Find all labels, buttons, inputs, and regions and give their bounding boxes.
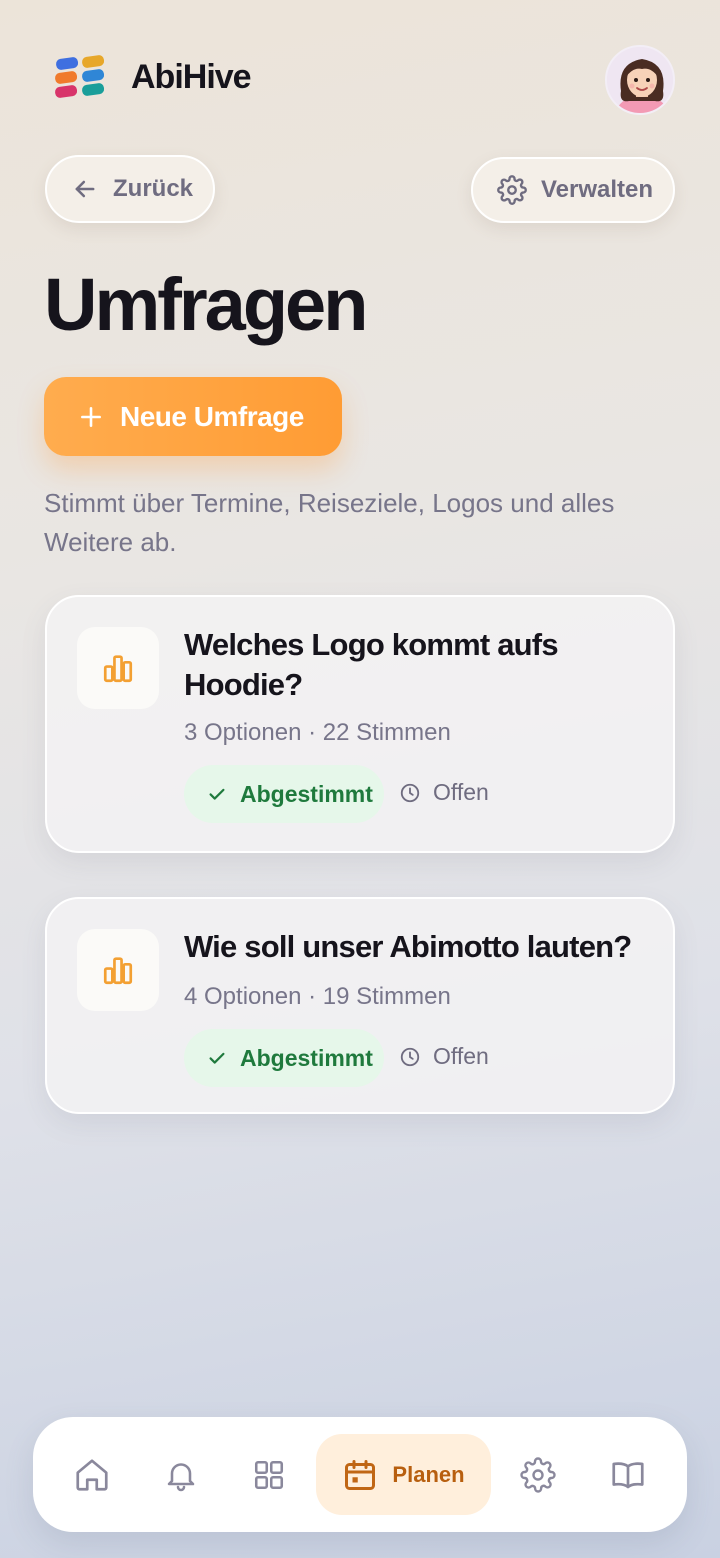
new-poll-label: Neue Umfrage bbox=[120, 400, 304, 432]
arrow-left-icon bbox=[75, 180, 95, 198]
poll-title: Welches Logo kommt aufs Hoodie? bbox=[184, 627, 559, 702]
app-header: AbiHive bbox=[0, 0, 720, 150]
gear-icon bbox=[520, 1456, 556, 1493]
clock-icon bbox=[400, 1047, 420, 1066]
back-button[interactable]: Zurück bbox=[45, 155, 215, 223]
poll-title: Wie soll unser Abimotto lauten? bbox=[184, 929, 632, 964]
plus-icon bbox=[81, 406, 101, 427]
poll-card[interactable]: Wie soll unser Abimotto lauten? 4 Option… bbox=[45, 897, 675, 1114]
manage-label: Verwalten bbox=[541, 176, 654, 203]
new-poll-button[interactable]: Neue Umfrage bbox=[44, 377, 342, 456]
voted-badge: Abgestimmt bbox=[184, 765, 384, 823]
page-title: Umfragen bbox=[44, 263, 368, 346]
grid-icon bbox=[254, 1460, 284, 1489]
calendar-icon bbox=[345, 1459, 376, 1490]
abihive-logo[interactable] bbox=[54, 54, 108, 106]
poll-icon-box bbox=[77, 929, 159, 1011]
poll-status: Offen bbox=[399, 1043, 489, 1070]
gear-icon bbox=[497, 175, 527, 205]
app-name: AbiHive bbox=[131, 58, 252, 96]
user-avatar[interactable] bbox=[605, 45, 675, 115]
poll-meta: 3 Optionen · 22 Stimmen bbox=[184, 719, 451, 746]
poll-status-label: Offen bbox=[433, 779, 489, 805]
poll-meta: 4 Optionen · 19 Stimmen bbox=[184, 983, 451, 1010]
book-icon bbox=[612, 1461, 644, 1488]
poll-status-label: Offen bbox=[433, 1043, 489, 1069]
clock-icon bbox=[400, 783, 420, 802]
nav-settings[interactable] bbox=[509, 1417, 567, 1532]
voted-label: Abgestimmt bbox=[240, 1044, 373, 1071]
bell-icon bbox=[167, 1462, 195, 1491]
back-label: Zurück bbox=[113, 175, 194, 202]
nav-plan-label: Planen bbox=[392, 1461, 465, 1487]
nav-home[interactable] bbox=[63, 1417, 121, 1532]
manage-button[interactable]: Verwalten bbox=[471, 157, 675, 223]
nav-apps[interactable] bbox=[241, 1417, 297, 1532]
check-icon bbox=[209, 1052, 225, 1064]
voted-badge: Abgestimmt bbox=[184, 1029, 384, 1087]
poll-status: Offen bbox=[399, 779, 489, 806]
voted-label: Abgestimmt bbox=[240, 780, 373, 807]
home-icon bbox=[76, 1458, 108, 1491]
poll-icon-box bbox=[77, 627, 159, 709]
bottom-nav: Planen bbox=[33, 1417, 687, 1532]
nav-plan[interactable]: Planen bbox=[316, 1434, 491, 1515]
nav-notifications[interactable] bbox=[153, 1417, 209, 1532]
bar-chart-icon bbox=[103, 957, 133, 985]
nav-docs[interactable] bbox=[599, 1417, 657, 1532]
check-icon bbox=[209, 788, 225, 800]
page-description: Stimmt über Termine, Reiseziele, Logos u… bbox=[44, 488, 615, 557]
poll-card[interactable]: Welches Logo kommt aufs Hoodie? 3 Option… bbox=[45, 595, 675, 853]
bar-chart-icon bbox=[103, 655, 133, 683]
